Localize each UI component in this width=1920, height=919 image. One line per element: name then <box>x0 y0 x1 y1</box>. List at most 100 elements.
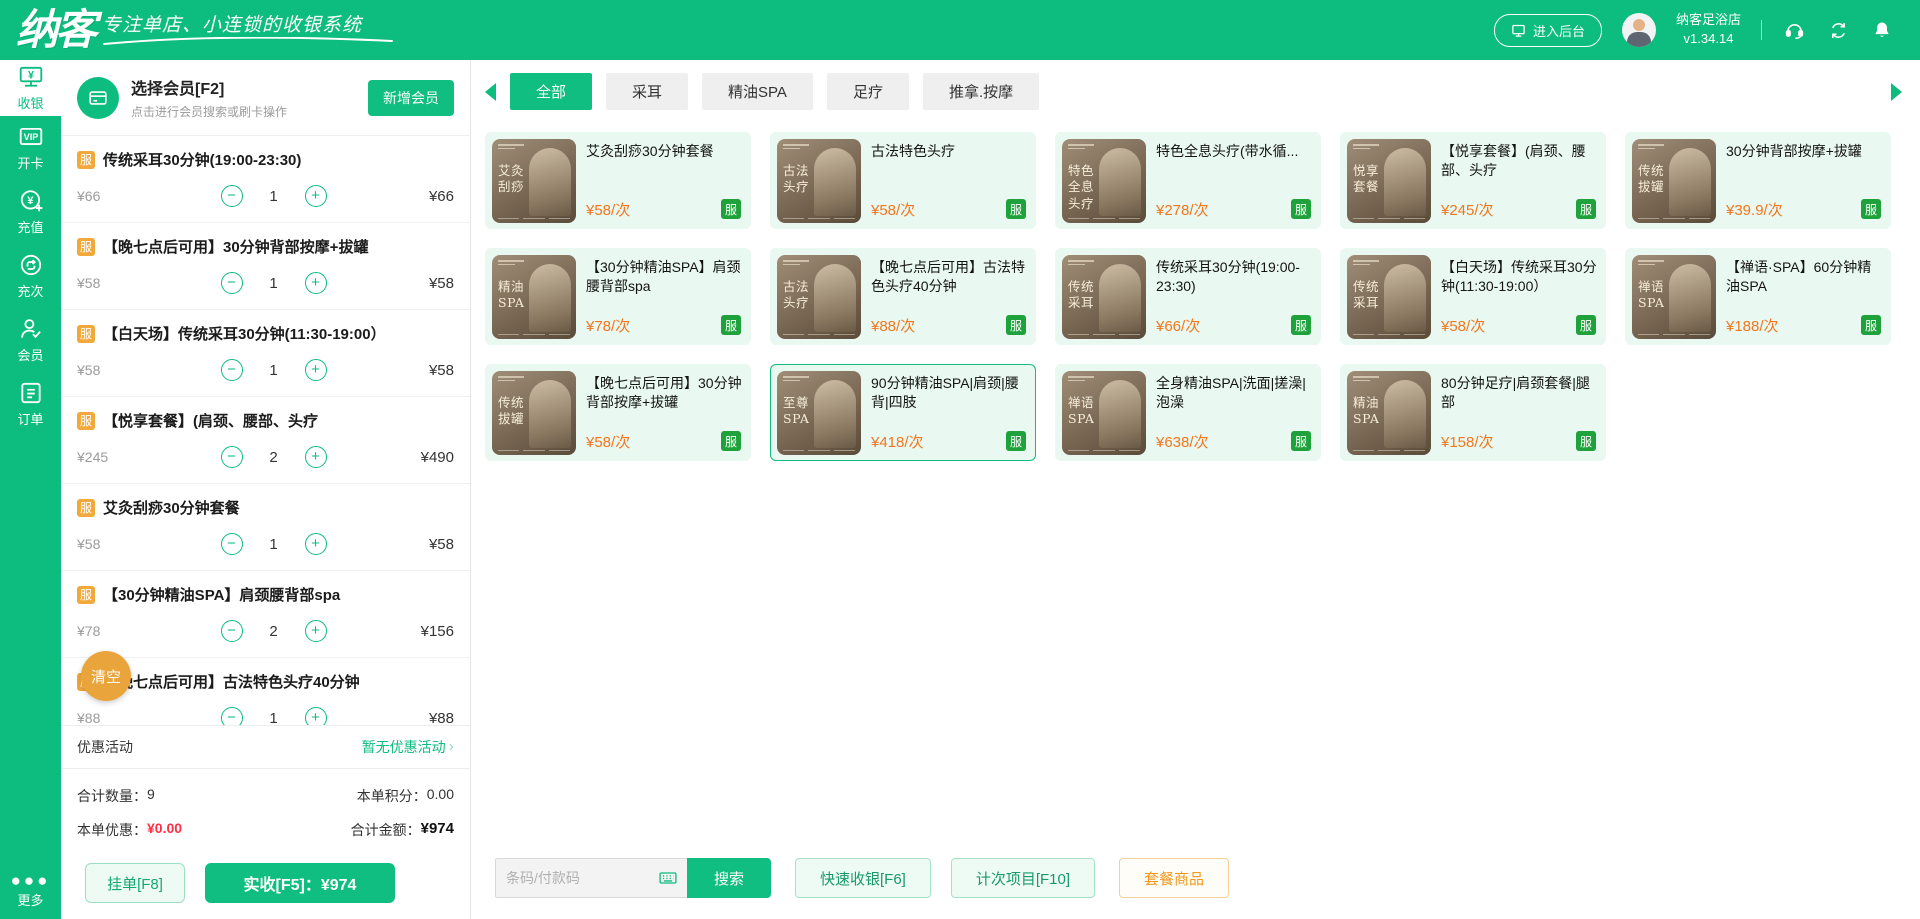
product-image-label: 传统 采耳 <box>1353 279 1380 311</box>
product-title: 特色全息头疗(带水循... <box>1156 143 1299 159</box>
sidebar-item-recharge-times[interactable]: 充次 <box>0 244 61 308</box>
svg-text:¥: ¥ <box>27 69 33 81</box>
product-card[interactable]: 传统 采耳 【白天场】传统采耳30分钟(11:30-19:00） ¥58/次 服 <box>1340 248 1606 345</box>
main-area: 全部 采耳 精油SPA 足疗 推拿.按摩 艾灸 刮痧 艾灸刮痧30分钟套餐 ¥58… <box>471 60 1920 919</box>
plus-icon[interactable]: + <box>304 272 327 294</box>
minus-icon[interactable]: − <box>220 272 243 294</box>
service-badge: 服 <box>1576 431 1596 451</box>
product-image: 传统 拔罐 <box>492 371 576 455</box>
product-card[interactable]: 至尊 SPA 90分钟精油SPA|肩颈|腰背|四肢 ¥418/次 服 <box>770 364 1036 461</box>
hold-order-button[interactable]: 挂单[F8] <box>85 863 185 903</box>
cashier-icon: ¥ <box>18 64 44 90</box>
tab-ear-cleaning[interactable]: 采耳 <box>606 73 689 110</box>
tab-oil-spa[interactable]: 精油SPA <box>702 73 813 110</box>
sidebar-item-recharge[interactable]: ¥ 充值 <box>0 180 61 244</box>
product-card[interactable]: 传统 拔罐 30分钟背部按摩+拔罐 ¥39.9/次 服 <box>1625 132 1891 229</box>
cart-item-qty: 1 <box>269 361 278 379</box>
tabs-scroll-left-icon[interactable] <box>485 82 496 101</box>
minus-icon[interactable]: − <box>220 620 243 642</box>
product-image: 特色 全息 头疗 <box>1062 139 1146 223</box>
product-image: 精油 SPA <box>1347 371 1431 455</box>
product-title: 【晚七点后可用】30分钟背部按摩+拔罐 <box>586 375 742 410</box>
minus-icon[interactable]: − <box>220 185 243 207</box>
product-card[interactable]: 古法 头疗 【晚七点后可用】古法特色头疗40分钟 ¥88/次 服 <box>770 248 1036 345</box>
plus-icon[interactable]: + <box>304 446 327 468</box>
product-card[interactable]: 禅语 SPA 【禅语·SPA】60分钟精油SPA ¥188/次 服 <box>1625 248 1891 345</box>
cart-item-total: ¥156 <box>420 622 454 640</box>
service-badge: 服 <box>1006 431 1026 451</box>
cart-item-price: ¥78 <box>77 623 101 639</box>
cart-item-row: 服 【30分钟精油SPA】肩颈腰背部spa ¥78 − 2 + ¥156 <box>61 571 470 658</box>
tab-massage[interactable]: 推拿.按摩 <box>922 73 1040 110</box>
clear-cart-button[interactable]: 清空 <box>81 651 131 701</box>
sync-icon[interactable] <box>1826 18 1850 42</box>
sidebar-item-orders[interactable]: 订单 <box>0 372 61 436</box>
app-version: v1.34.14 <box>1683 31 1734 46</box>
category-tabs: 全部 采耳 精油SPA 足疗 推拿.按摩 <box>471 60 1920 120</box>
product-title: 【禅语·SPA】60分钟精油SPA <box>1726 259 1872 294</box>
quick-cashier-button[interactable]: 快速收银[F6] <box>795 858 931 898</box>
plus-icon[interactable]: + <box>304 359 327 381</box>
cart-item-total: ¥58 <box>428 361 454 379</box>
sidebar-item-label: 订单 <box>17 412 44 427</box>
minus-icon[interactable]: − <box>220 359 243 381</box>
plus-icon[interactable]: + <box>304 707 327 725</box>
cart-item-price: ¥58 <box>77 536 101 552</box>
product-card[interactable]: 传统 采耳 传统采耳30分钟(19:00-23:30) ¥66/次 服 <box>1055 248 1321 345</box>
minus-icon[interactable]: − <box>220 533 243 555</box>
checkout-button[interactable]: 实收[F5]：¥974 <box>205 863 395 903</box>
tabs-scroll-right-icon[interactable] <box>1891 82 1902 101</box>
plus-icon[interactable]: + <box>304 533 327 555</box>
product-title: 80分钟足疗|肩颈套餐|腿部 <box>1441 375 1590 410</box>
tab-all[interactable]: 全部 <box>510 73 593 110</box>
product-image: 传统 采耳 <box>1347 255 1431 339</box>
sidebar-more-label: 更多 <box>17 893 44 908</box>
product-card[interactable]: 禅语 SPA 全身精油SPA|洗面|搓澡|泡澡 ¥638/次 服 <box>1055 364 1321 461</box>
recharge-icon: ¥ <box>18 188 44 214</box>
product-card[interactable]: 艾灸 刮痧 艾灸刮痧30分钟套餐 ¥58/次 服 <box>485 132 751 229</box>
cart-item-row: 服 【晚七点后可用】30分钟背部按摩+拔罐 ¥58 − 1 + ¥58 <box>61 223 470 310</box>
notification-bell-icon[interactable] <box>1870 18 1894 42</box>
enter-backend-button[interactable]: 进入后台 <box>1493 13 1602 47</box>
product-image-label: 禅语 SPA <box>1068 395 1095 427</box>
add-member-button[interactable]: 新增会员 <box>368 79 454 116</box>
sidebar-item-open-card[interactable]: VIP 开卡 <box>0 116 61 180</box>
cart-item-title: 传统采耳30分钟(19:00-23:30) <box>103 152 302 169</box>
minus-icon[interactable]: − <box>220 707 243 725</box>
product-image-label: 精油 SPA <box>1353 395 1380 427</box>
sidebar-item-more[interactable]: ●●● 更多 <box>0 872 61 909</box>
svg-text:VIP: VIP <box>23 132 38 142</box>
product-card[interactable]: 古法 头疗 古法特色头疗 ¥58/次 服 <box>770 132 1036 229</box>
cart-item-qty: 2 <box>269 448 278 466</box>
service-badge: 服 <box>77 324 95 343</box>
monitor-icon <box>1511 23 1526 38</box>
sidebar-item-members[interactable]: 会员 <box>0 308 61 372</box>
product-title: 【悦享套餐】(肩颈、腰部、头疗 <box>1441 143 1586 178</box>
promo-link[interactable]: 暂无优惠活动 › <box>362 737 454 757</box>
minus-icon[interactable]: − <box>220 446 243 468</box>
product-card[interactable]: 精油 SPA 80分钟足疗|肩颈套餐|腿部 ¥158/次 服 <box>1340 364 1606 461</box>
product-title: 【晚七点后可用】古法特色头疗40分钟 <box>871 259 1025 294</box>
cart-list: 服 传统采耳30分钟(19:00-23:30) ¥66 − 1 + ¥66 服 … <box>61 136 470 725</box>
cart-item-title: 【白天场】传统采耳30分钟(11:30-19:00） <box>103 326 386 343</box>
plus-icon[interactable]: + <box>304 620 327 642</box>
avatar[interactable] <box>1621 13 1656 47</box>
count-item-button[interactable]: 计次项目[F10] <box>950 858 1096 898</box>
tab-foot-therapy[interactable]: 足疗 <box>826 73 909 110</box>
product-image: 传统 拔罐 <box>1632 139 1716 223</box>
plus-icon[interactable]: + <box>304 185 327 207</box>
product-card[interactable]: 特色 全息 头疗 特色全息头疗(带水循... ¥278/次 服 <box>1055 132 1321 229</box>
sidebar-item-cashier[interactable]: ¥ 收银 <box>0 60 61 116</box>
member-select-bar[interactable]: 选择会员[F2] 点击进行会员搜索或刷卡操作 新增会员 <box>61 60 470 136</box>
customer-service-icon[interactable] <box>1782 18 1806 42</box>
product-card[interactable]: 精油 SPA 【30分钟精油SPA】肩颈腰背部spa ¥78/次 服 <box>485 248 751 345</box>
order-points-label: 本单积分： <box>356 788 427 804</box>
product-card[interactable]: 悦享 套餐 【悦享套餐】(肩颈、腰部、头疗 ¥245/次 服 <box>1340 132 1606 229</box>
cart-item-total: ¥58 <box>428 274 454 292</box>
keyboard-icon[interactable] <box>658 868 678 888</box>
product-card[interactable]: 传统 拔罐 【晚七点后可用】30分钟背部按摩+拔罐 ¥58/次 服 <box>485 364 751 461</box>
package-goods-button[interactable]: 套餐商品 <box>1119 858 1230 898</box>
cart-item-title: 【晚七点后可用】古法特色头疗40分钟 <box>103 674 360 691</box>
orders-icon <box>18 380 44 406</box>
search-button[interactable]: 搜索 <box>687 858 771 898</box>
